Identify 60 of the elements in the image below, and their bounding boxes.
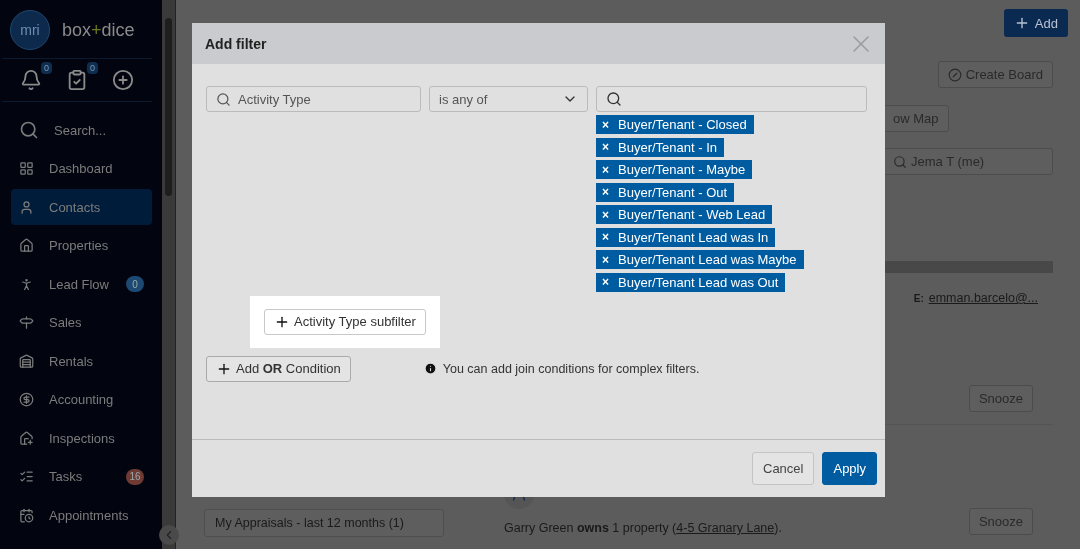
nav-icon [19,353,34,369]
property-link[interactable]: 4-5 Granary Lane [676,521,775,535]
info-icon [423,362,437,375]
dialog-title: Add filter [205,35,267,52]
cancel-button[interactable]: Cancel [752,452,815,485]
search-icon [216,91,231,107]
value-tag[interactable]: × Buyer/Tenant - In [596,137,724,157]
logo-badge: mri [10,10,50,50]
count-badge: 0 [41,62,52,74]
value-tag[interactable]: × Buyer/Tenant - Closed [596,115,754,134]
ownership-text: Garry Green owns 1 property (4-5 Granary Lane). [504,521,782,535]
apply-button[interactable]: Apply [822,452,877,485]
add-button[interactable]: Add [1003,9,1068,37]
nav-item[interactable]: Rentals [11,343,152,379]
add-condition-button[interactable]: Add OR Condition [206,355,351,382]
nav-item[interactable]: Tasks 16 [11,458,152,495]
nav-item[interactable]: Properties [11,227,152,264]
value-tag[interactable]: × Buyer/Tenant Lead was In [596,227,776,247]
nav-item[interactable]: Appointments [11,497,152,533]
contact-email: E: emman.barcelo@... [913,291,1038,305]
nav-icon [19,238,34,253]
saved-search-item[interactable]: My Appraisals - last 12 months (1) [204,509,444,537]
value-tag[interactable]: × Buyer/Tenant Lead was Maybe [596,250,804,269]
count-badge: 0 [126,276,144,292]
clipboard-check-icon[interactable] [66,69,88,91]
nav-icon [19,430,34,446]
nav-icon [19,199,34,215]
nav-icon [19,276,34,292]
nav-item[interactable]: Contacts [11,189,152,225]
nav-item[interactable]: Inspections [11,420,152,456]
value-tag[interactable]: × Buyer/Tenant - Web Lead [596,205,773,224]
bell-icon[interactable] [20,69,42,91]
count-badge: 0 [87,62,98,74]
plus-circle-icon[interactable] [112,69,134,91]
nav-icon [19,315,34,330]
nav-icon [19,469,34,484]
info-text: You can add join conditions for complex filters. [442,361,700,376]
search-icon [606,91,622,107]
scrollbar-thumb[interactable] [165,18,172,196]
nav-icon [19,392,34,407]
nav-item[interactable]: Lead Flow 0 [11,266,152,302]
nav-item[interactable]: Sales [11,304,152,341]
nav-item[interactable]: Dashboard [11,150,152,187]
value-search-field[interactable] [596,86,867,112]
brand-name: box+dice [62,19,135,41]
email-link[interactable]: emman.barcelo@... [928,291,1038,305]
operator-select[interactable]: is any of [429,86,588,112]
nav-item[interactable]: Accounting [11,381,152,418]
value-tag[interactable]: × Buyer/Tenant - Out [596,182,735,202]
nav-icon [19,161,34,176]
field-select[interactable]: Activity Type [206,86,421,112]
subfilter-button[interactable]: Activity Type subfilter [264,308,426,335]
value-tag[interactable]: × Buyer/Tenant Lead was Out [596,272,786,292]
value-tag[interactable]: × Buyer/Tenant - Maybe [596,160,753,179]
nav-item[interactable]: Search... [11,112,152,148]
slashed-circle-icon [947,67,962,82]
search-icon [19,120,39,140]
nav-icon [19,507,34,523]
search-icon [893,154,907,169]
count-badge: 16 [126,468,144,485]
